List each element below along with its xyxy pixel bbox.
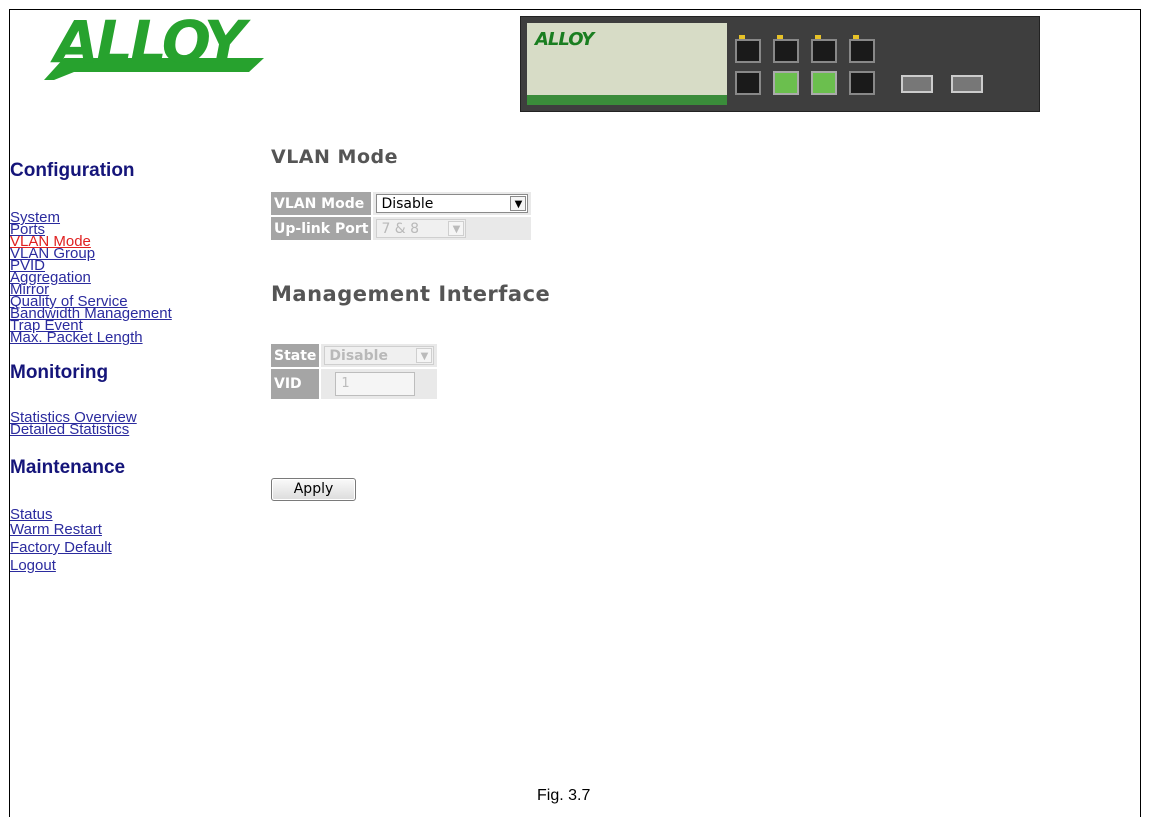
maintenance-nav: Status Warm Restart Factory Default Logo… — [10, 507, 250, 575]
chevron-down-icon[interactable]: ▼ — [416, 348, 433, 363]
port-icon — [849, 71, 875, 95]
section-title-maintenance: Maintenance — [10, 457, 126, 478]
vid-cell: 1 — [321, 369, 438, 399]
port-icon — [735, 71, 761, 95]
uplink-port-select[interactable]: 7 & 8 ▼ — [376, 219, 467, 238]
sidebar-item-system[interactable]: System — [10, 210, 250, 225]
port-icon — [849, 35, 875, 63]
sidebar-item-logout[interactable]: Logout — [10, 557, 250, 575]
chevron-down-icon[interactable]: ▼ — [510, 196, 527, 211]
page-title: VLAN Mode — [271, 146, 398, 168]
sfp-port-icon — [901, 75, 933, 93]
switch-device-image: ALLOY — [520, 16, 1040, 112]
logo-text: ALLOY — [54, 8, 246, 76]
device-stripe — [527, 95, 727, 105]
device-front-panel: ALLOY — [527, 23, 727, 105]
management-interface-table: State Disable ▼ VID 1 — [269, 342, 439, 401]
sfp-port-icon — [951, 75, 983, 93]
sidebar: Configuration System Ports VLAN Mode VLA… — [10, 160, 250, 575]
vlan-mode-select[interactable]: Disable ▼ — [376, 194, 529, 213]
management-interface-title: Management Interface — [271, 282, 551, 306]
vlan-mode-table: VLAN Mode Disable ▼ Up-link Port 7 & 8 ▼ — [269, 190, 533, 242]
port-icon — [811, 35, 837, 63]
sidebar-item-vlan-group[interactable]: VLAN Group — [10, 246, 250, 261]
device-logo: ALLOY — [535, 29, 594, 50]
vlan-mode-cell: Disable ▼ — [373, 192, 532, 215]
main-content: VLAN Mode VLAN Mode Disable ▼ Up-link Po… — [271, 146, 550, 401]
sidebar-item-factory-default[interactable]: Factory Default — [10, 539, 250, 557]
figure-caption: Fig. 3.7 — [537, 787, 591, 804]
port-icon — [773, 35, 799, 63]
chevron-down-icon[interactable]: ▼ — [448, 221, 465, 236]
apply-button[interactable]: Apply — [271, 478, 356, 501]
alloy-logo: ALLOY — [44, 10, 264, 80]
vlan-mode-select-value: Disable — [381, 195, 434, 212]
monitoring-nav: Statistics Overview Detailed Statistics — [10, 410, 250, 437]
port-icon — [811, 71, 837, 95]
vlan-mode-label: VLAN Mode — [271, 192, 372, 215]
state-label: State — [271, 344, 320, 367]
section-title-monitoring: Monitoring — [10, 362, 109, 383]
sidebar-item-max-packet-length[interactable]: Max. Packet Length — [10, 330, 250, 345]
state-select[interactable]: Disable ▼ — [324, 346, 435, 365]
configuration-nav: System Ports VLAN Mode VLAN Group PVID A… — [10, 210, 250, 345]
uplink-port-cell: 7 & 8 ▼ — [373, 217, 532, 240]
sidebar-item-warm-restart[interactable]: Warm Restart — [10, 521, 250, 539]
uplink-port-select-value: 7 & 8 — [381, 220, 420, 237]
vid-input[interactable]: 1 — [335, 372, 416, 396]
port-icon — [773, 71, 799, 95]
sidebar-item-status[interactable]: Status — [10, 507, 250, 522]
port-icon — [735, 35, 761, 63]
state-select-value: Disable — [329, 347, 388, 364]
section-title-configuration: Configuration — [10, 160, 135, 181]
vid-label: VID — [271, 369, 320, 399]
uplink-port-label: Up-link Port — [271, 217, 372, 240]
state-cell: Disable ▼ — [321, 344, 438, 367]
